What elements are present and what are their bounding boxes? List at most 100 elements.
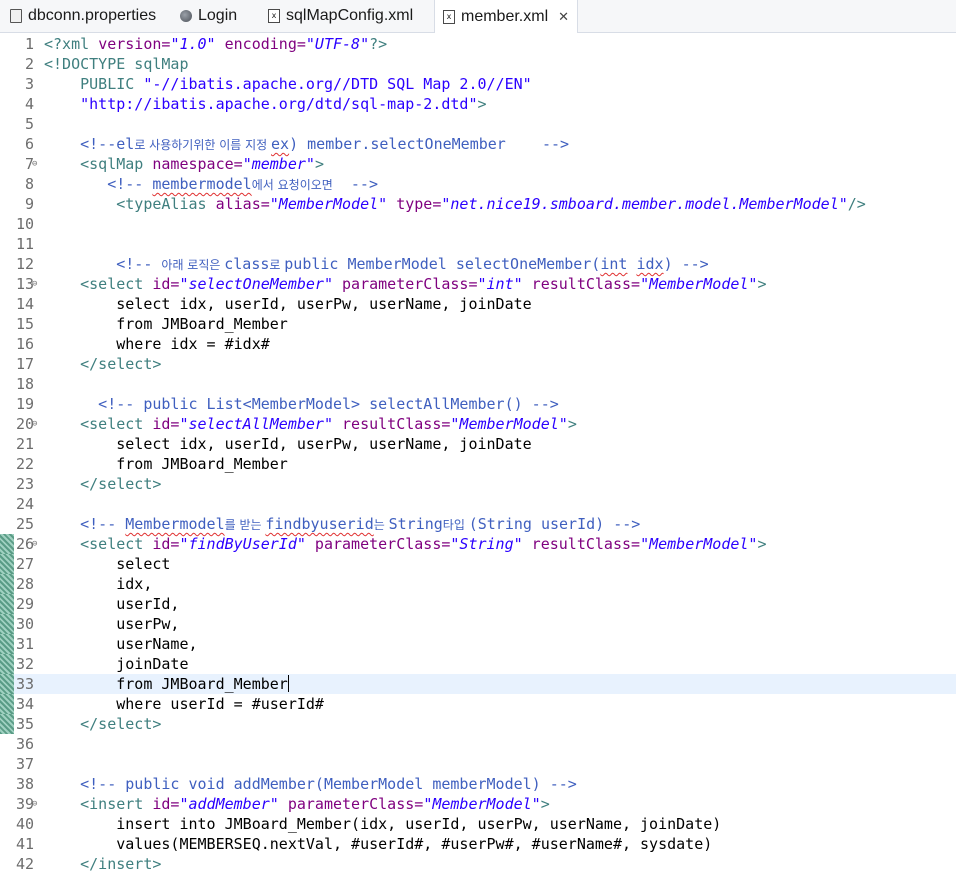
code-text: where idx = #idx# (44, 334, 270, 354)
code-token: <select (44, 415, 153, 433)
code-token: "int" (477, 275, 523, 293)
code-token: userId, (44, 595, 180, 613)
line-number: 24 (15, 495, 34, 513)
code-token: ) member.selectOneMember --> (289, 135, 570, 153)
code-line[interactable]: 7 ⊖ <sqlMap namespace="member"> (0, 154, 956, 174)
code-token: ?> (369, 35, 388, 53)
code-token: <insert (44, 795, 153, 813)
code-text: from JMBoard_Member (44, 314, 288, 334)
code-line[interactable]: 6 <!--el로 사용하기위한 이름 지정 ex) member.select… (0, 134, 956, 154)
line-number: 12 (15, 255, 34, 273)
fold-toggle-icon[interactable]: ⊖ (32, 154, 37, 174)
code-line[interactable]: 39 ⊖ <insert id="addMember" parameterClas… (0, 794, 956, 814)
line-number: 33 (15, 675, 34, 693)
code-line[interactable]: 33 from JMBoard_Member (0, 674, 956, 694)
code-line[interactable]: 22 from JMBoard_Member (0, 454, 956, 474)
close-icon[interactable]: ✕ (558, 9, 569, 25)
code-line[interactable]: 1 <?xml version="1.0" encoding="UTF-8"?> (0, 34, 956, 54)
code-line[interactable]: 2 <!DOCTYPE sqlMap (0, 54, 956, 74)
code-line[interactable]: 8 <!-- membermodel에서 요청이오면 --> (0, 174, 956, 194)
code-text: select (44, 554, 170, 574)
fold-toggle-icon[interactable]: ⊖ (32, 274, 37, 294)
code-line[interactable]: 19 <!-- public List<MemberModel> selectA… (0, 394, 956, 414)
code-token: id= (152, 415, 180, 433)
code-line[interactable]: 21 select idx, userId, userPw, userName,… (0, 434, 956, 454)
code-line[interactable]: 5 (0, 114, 956, 134)
fold-toggle-icon[interactable]: ⊖ (32, 534, 37, 554)
tab-label: dbconn.properties (28, 7, 157, 24)
code-line[interactable]: 40 insert into JMBoard_Member(idx, userI… (0, 814, 956, 834)
code-line[interactable]: 31 userName, (0, 634, 956, 654)
code-line[interactable]: 35 </select> (0, 714, 956, 734)
code-token: "MemberModel" (640, 275, 758, 293)
code-token: 를 받는 (224, 518, 266, 532)
change-marker (0, 694, 14, 714)
code-line[interactable]: 25 <!-- Membermodel를 받는 findbyuserid는 St… (0, 514, 956, 534)
code-text: userPw, (44, 614, 179, 634)
code-token: membermodel (152, 175, 252, 193)
code-token: findbyuserid (265, 515, 374, 533)
code-token: <select (44, 275, 153, 293)
code-line[interactable]: 11 (0, 234, 956, 254)
tab-login[interactable]: Login (180, 0, 237, 32)
code-line[interactable]: 17 </select> (0, 354, 956, 374)
fold-toggle-icon[interactable]: ⊖ (32, 414, 37, 434)
code-line[interactable]: 29 userId, (0, 594, 956, 614)
code-line[interactable]: 4 "http://ibatis.apache.org/dtd/sql-map-… (0, 94, 956, 114)
code-line[interactable]: 30 userPw, (0, 614, 956, 634)
line-number: 5 (24, 115, 34, 133)
code-line[interactable]: 12 <!-- 아래 로직은 class로 public MemberModel… (0, 254, 956, 274)
code-token: /> (847, 195, 866, 213)
code-line[interactable]: 14 select idx, userId, userPw, userName,… (0, 294, 956, 314)
code-line[interactable]: 16 where idx = #idx# (0, 334, 956, 354)
code-text: joinDate (44, 654, 188, 674)
line-number: 11 (15, 235, 34, 253)
code-editor[interactable]: 1 <?xml version="1.0" encoding="UTF-8"?> 2… (0, 33, 956, 873)
code-token: public MemberModel selectOneMember( (284, 255, 601, 273)
code-line[interactable]: 28 idx, (0, 574, 956, 594)
code-token: resultClass= (333, 415, 451, 433)
fold-toggle-icon[interactable]: ⊖ (32, 794, 37, 814)
tab-dbconn-properties[interactable]: dbconn.properties (10, 0, 156, 32)
code-line[interactable]: 32 joinDate (0, 654, 956, 674)
code-text: <!-- public void addMember(MemberModel m… (44, 774, 577, 794)
code-token: "findByUserId" (179, 535, 306, 553)
code-line[interactable]: 9 <typeAlias alias="MemberModel" type="n… (0, 194, 956, 214)
code-token: id= (152, 535, 180, 553)
code-text: values(MEMBERSEQ.nextVal, #userId#, #use… (44, 834, 712, 854)
code-line[interactable]: 15 from JMBoard_Member (0, 314, 956, 334)
line-number: 10 (15, 215, 34, 233)
code-token: ) --> (663, 255, 709, 273)
line-number: 13 (15, 275, 34, 293)
code-line[interactable]: 18 (0, 374, 956, 394)
line-number: 36 (15, 735, 34, 753)
change-marker (0, 594, 14, 614)
tab-sqlmapconfig-xml[interactable]: x sqlMapConfig.xml (268, 0, 413, 32)
line-number: 38 (15, 775, 34, 793)
code-token: select idx, userId, userPw, userName, jo… (44, 435, 532, 453)
code-line[interactable]: 26 ⊖ <select id="findByUserId" parameterC… (0, 534, 956, 554)
code-line[interactable]: 36 (0, 734, 956, 754)
code-line[interactable]: 42 </insert> (0, 854, 956, 874)
code-line[interactable]: 27 select (0, 554, 956, 574)
tab-member-xml[interactable]: x member.xml ✕ (434, 0, 579, 33)
code-line[interactable]: 10 (0, 214, 956, 234)
code-line[interactable]: 41 values(MEMBERSEQ.nextVal, #userId#, #… (0, 834, 956, 854)
editor-tab-bar: dbconn.properties Login x sqlMapConfig.x… (0, 0, 956, 33)
code-line[interactable]: 37 (0, 754, 956, 774)
code-token: "MemberModel" (640, 535, 758, 553)
code-line[interactable]: 13 ⊖ <select id="selectOneMember" paramet… (0, 274, 956, 294)
code-line[interactable]: 34 where userId = #userId# (0, 694, 956, 714)
code-line[interactable]: 23 </select> (0, 474, 956, 494)
line-number: 39 (15, 795, 34, 813)
xml-file-icon: x (268, 9, 280, 23)
change-marker (0, 634, 14, 654)
code-token: namespace= (152, 155, 243, 173)
code-line[interactable]: 3 PUBLIC "-//ibatis.apache.org//DTD SQL … (0, 74, 956, 94)
code-token: PUBLIC (44, 75, 144, 93)
code-token: String (388, 515, 443, 533)
code-line[interactable]: 38 <!-- public void addMember(MemberMode… (0, 774, 956, 794)
code-line[interactable]: 20 ⊖ <select id="selectAllMember" resultC… (0, 414, 956, 434)
code-line[interactable]: 24 (0, 494, 956, 514)
code-token: </select> (44, 355, 162, 373)
